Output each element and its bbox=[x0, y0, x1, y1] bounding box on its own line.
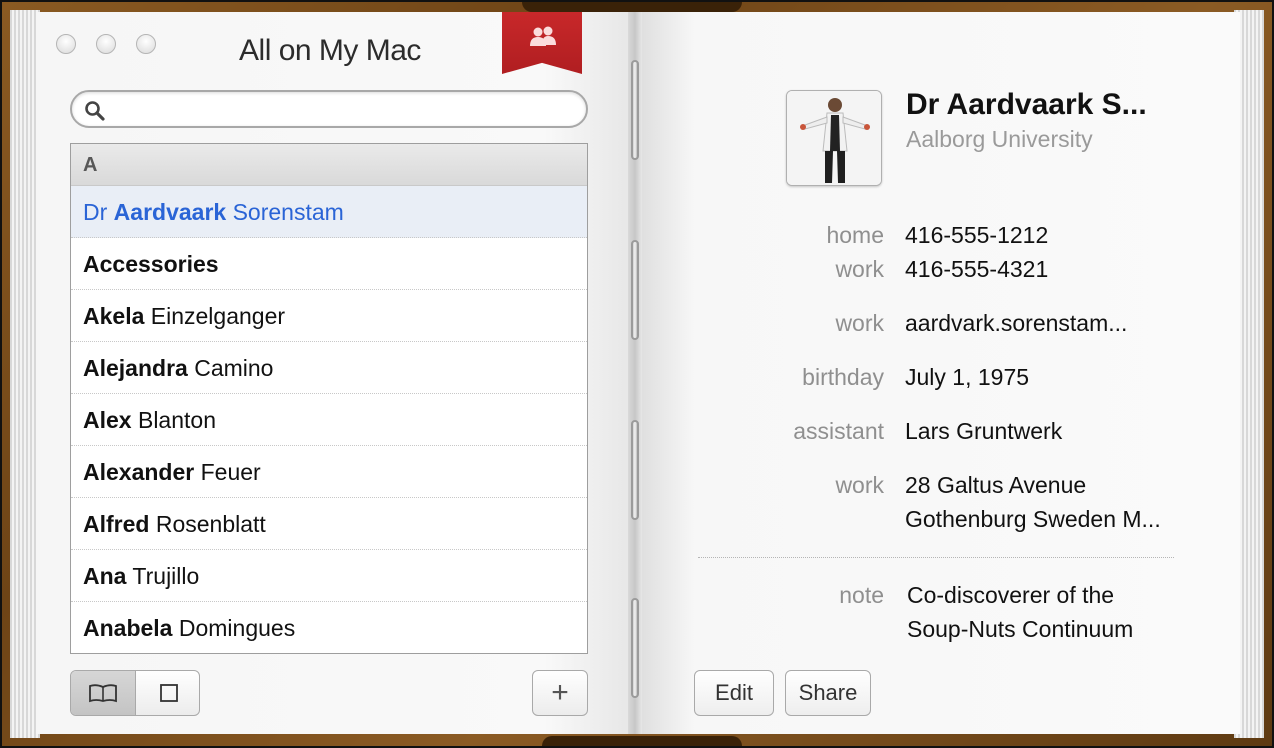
card-only-view-button[interactable] bbox=[136, 671, 199, 715]
work-address-line1[interactable]: 28 Galtus Avenue bbox=[905, 472, 1086, 499]
people-icon bbox=[530, 26, 556, 46]
last-name: Trujillo bbox=[126, 563, 200, 589]
home-phone-value[interactable]: 416-555-1212 bbox=[905, 222, 1048, 249]
binder-ring bbox=[631, 420, 639, 520]
bold-name: Alejandra bbox=[83, 355, 188, 381]
close-window-button[interactable] bbox=[56, 34, 76, 54]
card-icon bbox=[159, 684, 178, 702]
view-toggle[interactable] bbox=[70, 670, 200, 716]
last-name: Camino bbox=[187, 355, 274, 381]
bold-name: Accessories bbox=[83, 251, 219, 277]
contact-photo[interactable] bbox=[786, 90, 882, 186]
bold-name: Ana bbox=[83, 563, 127, 589]
list-item[interactable]: Dr Aardvaark Sorenstam bbox=[71, 186, 587, 238]
edit-button[interactable]: Edit bbox=[694, 670, 774, 716]
list-item[interactable]: Alex Blanton bbox=[71, 394, 587, 446]
work-phone-label: work bbox=[835, 256, 884, 282]
last-name: Blanton bbox=[131, 407, 216, 433]
note-line1[interactable]: Co-discoverer of the bbox=[907, 582, 1114, 609]
last-name: Feuer bbox=[194, 459, 261, 485]
add-contact-button[interactable]: + bbox=[532, 670, 588, 716]
list-item[interactable]: Accessories bbox=[71, 238, 587, 290]
search-icon bbox=[85, 101, 105, 121]
work-address-label: work bbox=[835, 472, 884, 498]
list-item[interactable]: Ana Trujillo bbox=[71, 550, 587, 602]
birthday-value[interactable]: July 1, 1975 bbox=[905, 364, 1029, 391]
last-name: Domingues bbox=[172, 615, 296, 641]
share-button[interactable]: Share bbox=[785, 670, 871, 716]
notes-divider bbox=[698, 557, 1174, 558]
bold-name: Akela bbox=[83, 303, 145, 329]
binder-ring bbox=[631, 598, 639, 698]
work-email-label: work bbox=[835, 310, 884, 336]
work-email-value[interactable]: aardvark.sorenstam... bbox=[905, 310, 1127, 337]
last-name: Einzelganger bbox=[144, 303, 286, 329]
work-phone-value[interactable]: 416-555-4321 bbox=[905, 256, 1048, 283]
section-header-a: A bbox=[71, 144, 587, 186]
bold-name: Alexander bbox=[83, 459, 195, 485]
contact-list[interactable]: A Dr Aardvaark Sorenstam Accessories Ake… bbox=[70, 143, 588, 654]
binder-ring bbox=[631, 60, 639, 160]
search-input[interactable] bbox=[110, 96, 570, 122]
work-address-line2[interactable]: Gothenburg Sweden M... bbox=[905, 506, 1161, 533]
open-book-icon bbox=[89, 684, 117, 703]
assistant-value[interactable]: Lars Gruntwerk bbox=[905, 418, 1062, 445]
binder-ring bbox=[631, 240, 639, 340]
assistant-label: assistant bbox=[793, 418, 884, 444]
bold-name: Alex bbox=[83, 407, 132, 433]
first-name: Dr bbox=[83, 199, 114, 225]
list-item[interactable]: Anabela Domingues bbox=[71, 602, 587, 653]
birthday-label: birthday bbox=[802, 364, 884, 390]
bold-name: Aardvaark bbox=[113, 199, 227, 225]
note-line2[interactable]: Soup-Nuts Continuum bbox=[907, 616, 1133, 643]
note-label: note bbox=[839, 582, 884, 608]
last-name: Rosenblatt bbox=[149, 511, 266, 537]
home-phone-label: home bbox=[826, 222, 884, 248]
contact-name: Dr Aardvaark S... bbox=[906, 88, 1147, 121]
list-item[interactable]: Akela Einzelganger bbox=[71, 290, 587, 342]
bold-name: Alfred bbox=[83, 511, 150, 537]
list-item[interactable]: Alfred Rosenblatt bbox=[71, 498, 587, 550]
search-field[interactable] bbox=[70, 90, 588, 128]
list-item[interactable]: Alejandra Camino bbox=[71, 342, 587, 394]
zoom-window-button[interactable] bbox=[136, 34, 156, 54]
contact-company: Aalborg University bbox=[906, 126, 1093, 152]
bold-name: Anabela bbox=[83, 615, 173, 641]
list-item[interactable]: Alexander Feuer bbox=[71, 446, 587, 498]
window-title: All on My Mac bbox=[239, 34, 421, 67]
person-photo-image bbox=[787, 91, 881, 185]
last-name: Sorenstam bbox=[226, 199, 344, 225]
card-and-list-view-button[interactable] bbox=[71, 671, 136, 715]
minimize-window-button[interactable] bbox=[96, 34, 116, 54]
